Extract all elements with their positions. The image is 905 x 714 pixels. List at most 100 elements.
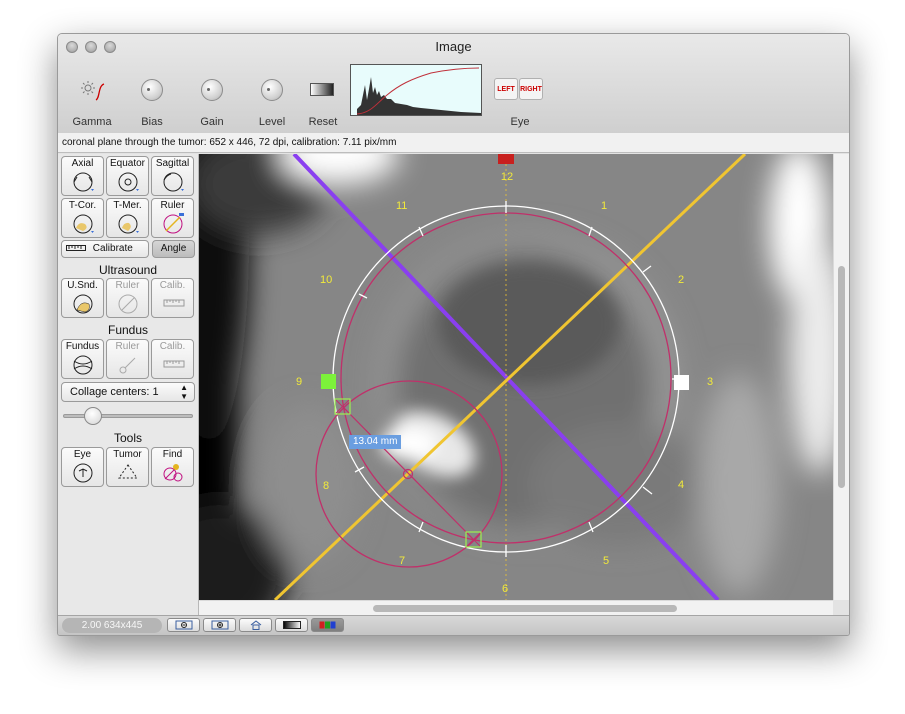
eye-tool-button[interactable]: Eye <box>61 447 104 487</box>
bias-knob[interactable] <box>141 79 163 101</box>
t-cor-label: T-Cor. <box>68 200 97 211</box>
color-channels-icon <box>319 621 335 629</box>
t-mer-label: T-Mer. <box>113 200 142 211</box>
ultrasound-ruler-button[interactable]: Ruler <box>106 278 149 318</box>
zoom-out-button[interactable] <box>167 618 200 632</box>
fundus-calib-button[interactable]: Calib. <box>151 339 194 379</box>
fundus-header: Fundus <box>107 323 149 337</box>
image-canvas[interactable]: 13.04 mm 12 1 2 3 4 5 6 7 8 9 10 11 <box>199 154 833 600</box>
vertical-scroll-thumb[interactable] <box>838 266 845 488</box>
bias-label: Bias <box>141 116 163 128</box>
equator-icon <box>118 172 139 192</box>
grayscale-icon <box>282 621 301 629</box>
disabled-fundus-ruler-icon <box>119 357 136 374</box>
collage-centers-popup[interactable]: Collage centers: 1 ▲ ▼ <box>61 382 195 402</box>
ruler-label: Ruler <box>160 200 185 211</box>
sagittal-icon <box>163 172 184 192</box>
mri-image <box>199 154 833 600</box>
zoom-in-button[interactable] <box>203 618 236 632</box>
angle-button[interactable]: Angle <box>152 240 195 258</box>
equator-label: Equator <box>109 158 146 169</box>
ultrasound-icon <box>73 294 93 314</box>
clock-label-10: 10 <box>320 274 333 286</box>
tumor-tool-label: Tumor <box>113 449 142 460</box>
measurement-label: 13.04 mm <box>349 435 402 449</box>
disabled-ruler-icon <box>118 294 138 314</box>
image-info-bar: coronal plane through the tumor: 652 x 4… <box>58 133 849 153</box>
t-mer-button[interactable]: T-Mer. <box>106 198 149 238</box>
collage-slider-thumb[interactable] <box>84 407 102 425</box>
reset-label: Reset <box>308 116 338 128</box>
calibrate-label: Calibrate <box>92 243 133 254</box>
grayscale-button[interactable] <box>275 618 308 632</box>
clock-label-3: 3 <box>707 376 714 388</box>
clock-label-11: 11 <box>396 200 408 212</box>
collage-centers-value: Collage centers: 1 <box>70 386 159 398</box>
horizontal-scrollbar[interactable] <box>199 600 833 616</box>
clock-label-8: 8 <box>323 480 330 492</box>
fundus-ruler-label: Ruler <box>115 341 140 352</box>
gamma-button[interactable] <box>76 78 110 104</box>
color-mode-button[interactable] <box>311 618 344 632</box>
sagittal-label: Sagittal <box>155 158 190 169</box>
tools-header: Tools <box>113 431 142 445</box>
axial-label: Axial <box>71 158 94 169</box>
disabled-fundus-calib-icon <box>163 360 185 368</box>
find-tool-button[interactable]: Find <box>151 447 194 487</box>
sidebar: Axial Equator Sagittal T-Cor. T-Mer. Rul… <box>58 154 199 615</box>
clock-label-5: 5 <box>603 555 610 567</box>
gamma-label: Gamma <box>72 116 112 128</box>
level-knob[interactable] <box>261 79 283 101</box>
marker-9[interactable] <box>321 374 336 389</box>
status-bar: 2.00 634x445 <box>58 615 849 635</box>
eye-right-button[interactable]: RIGHT <box>519 78 543 100</box>
tumor-tool-button[interactable]: Tumor <box>106 447 149 487</box>
calibrate-button[interactable]: Calibrate <box>61 240 149 258</box>
fundus-ruler-button[interactable]: Ruler <box>106 339 149 379</box>
toolbar: Image Gamma Bias Gain Level Reset LEFT R… <box>58 34 849 134</box>
home-icon <box>250 620 261 630</box>
zoom-info: 2.00 634x445 <box>62 618 162 633</box>
ruler-button[interactable]: Ruler <box>151 198 194 238</box>
zoom-in-icon <box>211 620 228 630</box>
eye-left-button[interactable]: LEFT <box>494 78 518 100</box>
ultrasound-calib-label: Calib. <box>159 280 186 291</box>
zoom-out-icon <box>175 620 192 630</box>
eye-label: Eye <box>510 116 530 128</box>
clock-label-4: 4 <box>678 479 685 491</box>
equator-button[interactable]: Equator <box>106 156 149 196</box>
vertical-scrollbar[interactable] <box>833 154 849 600</box>
horizontal-scroll-thumb[interactable] <box>373 605 677 612</box>
histogram-chart <box>356 67 481 115</box>
fundus-calib-label: Calib. <box>159 341 186 352</box>
tumor-icon <box>118 464 138 479</box>
gain-label: Gain <box>200 116 224 128</box>
eye-tool-label: Eye <box>73 449 92 460</box>
u-snd-label: U.Snd. <box>67 280 98 291</box>
histogram[interactable] <box>350 64 482 116</box>
t-mer-icon <box>118 214 139 234</box>
ultrasound-ruler-label: Ruler <box>115 280 140 291</box>
ultrasound-calib-button[interactable]: Calib. <box>151 278 194 318</box>
popup-arrows-icon: ▲ ▼ <box>180 383 188 401</box>
reset-gradient-button[interactable] <box>310 83 334 96</box>
u-snd-button[interactable]: U.Snd. <box>61 278 104 318</box>
axial-button[interactable]: Axial <box>61 156 104 196</box>
marker-3[interactable] <box>674 375 689 390</box>
axial-icon <box>73 172 94 192</box>
sagittal-button[interactable]: Sagittal <box>151 156 194 196</box>
marker-12[interactable] <box>498 154 514 164</box>
clock-label-6: 6 <box>502 583 509 595</box>
t-cor-button[interactable]: T-Cor. <box>61 198 104 238</box>
collage-slider-track[interactable] <box>63 414 193 418</box>
clock-label-1: 1 <box>601 200 608 212</box>
clock-label-12: 12 <box>500 171 514 183</box>
clock-label-9: 9 <box>296 376 303 388</box>
image-window: Image Gamma Bias Gain Level Reset LEFT R… <box>57 33 850 636</box>
home-button[interactable] <box>239 618 272 632</box>
t-cor-icon <box>73 214 94 234</box>
disabled-calib-icon <box>163 299 185 307</box>
find-tool-label: Find <box>162 449 183 460</box>
fundus-button[interactable]: Fundus <box>61 339 104 379</box>
gain-knob[interactable] <box>201 79 223 101</box>
